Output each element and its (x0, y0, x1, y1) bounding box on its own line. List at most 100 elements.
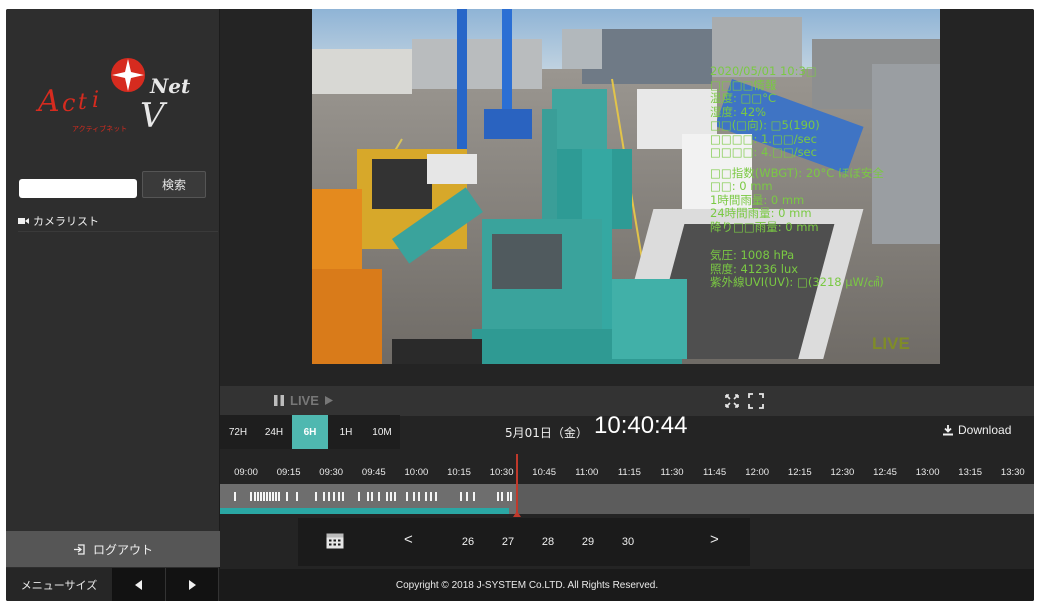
svg-text:t: t (78, 90, 87, 115)
calendar-day[interactable]: 27 (502, 536, 514, 548)
menu-expand-button[interactable] (166, 568, 219, 601)
live-badge: LIVE (872, 334, 910, 353)
recording-marker (254, 492, 256, 501)
overlay-line: □□□□: 1.□□/sec (710, 131, 817, 146)
video-camera-icon (18, 218, 29, 224)
timeline-label: 12:30 (830, 467, 855, 478)
recording-marker (250, 492, 252, 501)
recording-marker (275, 492, 277, 501)
logo-graphic: A c t i Net V アクティブネット (35, 58, 191, 136)
overlay-line: 照度: 41236 lux (710, 261, 799, 276)
recording-marker (358, 492, 360, 501)
triangle-right-icon (189, 579, 196, 590)
timeline-label: 11:15 (617, 467, 641, 478)
download-label: Download (958, 423, 1012, 437)
recording-marker (510, 492, 512, 501)
overlay-line: 温度: □□°C (710, 91, 777, 105)
main-panel: 2020/05/01 10:3□ □□□□情報 温度: □□°C 湿度: 42%… (220, 9, 1034, 601)
recording-marker (501, 492, 503, 501)
recording-marker (278, 492, 280, 501)
date-picker-bar: < 26 27 28 29 30 > (298, 518, 750, 566)
pause-live-control[interactable]: LIVE (273, 393, 334, 408)
calendar-day[interactable]: 26 (462, 536, 474, 548)
timeline-track[interactable] (220, 454, 1034, 517)
svg-text:アクティブネット: アクティブネット (72, 124, 127, 133)
recording-marker (333, 492, 335, 501)
recording-marker (234, 492, 236, 501)
search-button[interactable]: 検索 (142, 171, 206, 198)
menu-shrink-button[interactable] (113, 568, 166, 601)
recording-timeline[interactable]: 09:00 09:15 09:30 09:45 10:00 10:15 10:30 10:45… (220, 454, 1034, 517)
recording-marker (323, 492, 325, 501)
overlay-line: 24時間雨量: 0 mm (710, 206, 812, 220)
recording-marker (371, 492, 373, 501)
calendar-prev-button[interactable]: < (404, 531, 413, 548)
svg-text:A: A (35, 84, 60, 119)
svg-text:Net: Net (149, 74, 191, 98)
expand-icon[interactable] (724, 393, 740, 409)
svg-text:i: i (92, 88, 99, 113)
fullscreen-icon[interactable] (748, 393, 764, 409)
footer: Copyright © 2018 J-SYSTEM Co.LTD. All Ri… (220, 569, 1034, 601)
triangle-left-icon (135, 579, 142, 590)
play-icon (324, 396, 333, 405)
timeline-label: 10:00 (404, 467, 429, 478)
recording-marker (435, 492, 437, 501)
timeline-label: 09:30 (319, 467, 344, 478)
recording-marker (266, 492, 268, 501)
calendar-next-button[interactable]: > (710, 531, 719, 548)
download-button[interactable]: Download (942, 423, 1011, 437)
overlay-line: 紫外線UVI(UV): □(3218 μW/㎠) (710, 275, 884, 289)
current-time: 10:40:44 (594, 412, 688, 439)
recording-marker (296, 492, 298, 501)
range-tab-72h[interactable]: 72H (220, 415, 256, 449)
app-window: A c t i Net V アクティブネット 検索 カメラリスト ログアウト メ… (6, 9, 1034, 601)
sensor-overlay: 2020/05/01 10:3□ □□□□情報 温度: □□°C 湿度: 42%… (710, 64, 940, 290)
timeline-label: 11:30 (660, 467, 684, 478)
recording-marker (406, 492, 408, 501)
recording-marker (378, 492, 380, 501)
range-tab-10m[interactable]: 10M (364, 415, 400, 449)
recording-marker (263, 492, 265, 501)
timeline-label: 12:00 (745, 467, 770, 478)
overlay-line: 降り□□雨量: 0 mm (710, 219, 819, 234)
recording-marker (473, 492, 475, 501)
search-input[interactable] (19, 179, 137, 198)
timeline-label: 09:15 (276, 467, 301, 478)
range-tab-1h[interactable]: 1H (328, 415, 364, 449)
recording-marker (342, 492, 344, 501)
overlay-line: 2020/05/01 10:3□ (710, 64, 817, 78)
recording-marker (315, 492, 317, 501)
overlay-line: 1時間雨量: 0 mm (710, 192, 805, 207)
overlay-line: 湿度: 42% (710, 104, 767, 119)
logout-button[interactable]: ログアウト (6, 531, 220, 567)
svg-text:V: V (140, 96, 168, 133)
copyright-text: Copyright © 2018 J-SYSTEM Co.LTD. All Ri… (395, 579, 659, 591)
overlay-line: □□□□: 4.□□/sec (710, 145, 817, 159)
fullscreen-controls (724, 393, 764, 409)
calendar-day[interactable]: 28 (542, 536, 554, 548)
recording-marker (390, 492, 392, 501)
calendar-day[interactable]: 30 (622, 536, 634, 548)
live-label: LIVE (290, 393, 319, 408)
range-tab-24h[interactable]: 24H (256, 415, 292, 449)
recording-marker (328, 492, 330, 501)
calendar-icon[interactable] (326, 532, 344, 549)
recording-marker (466, 492, 468, 501)
divider (18, 231, 218, 232)
timeline-cursor[interactable] (513, 454, 521, 517)
svg-text:c: c (62, 89, 75, 117)
timeline-label: 11:45 (703, 467, 727, 478)
download-icon (943, 425, 953, 436)
time-range-tabs: 72H 24H 6H 1H 10M (220, 415, 400, 449)
timeline-label: 09:45 (361, 467, 386, 478)
timeline-label: 11:00 (575, 467, 599, 478)
calendar-day[interactable]: 29 (582, 536, 594, 548)
recording-marker (394, 492, 396, 501)
camera-list-link[interactable]: カメラリスト (18, 213, 99, 229)
timeline-label: 09:00 (234, 467, 258, 478)
recording-marker (418, 492, 420, 501)
current-date: 5月01日（金） (505, 426, 588, 440)
range-tab-6h[interactable]: 6H (292, 415, 328, 449)
recording-marker (286, 492, 288, 501)
